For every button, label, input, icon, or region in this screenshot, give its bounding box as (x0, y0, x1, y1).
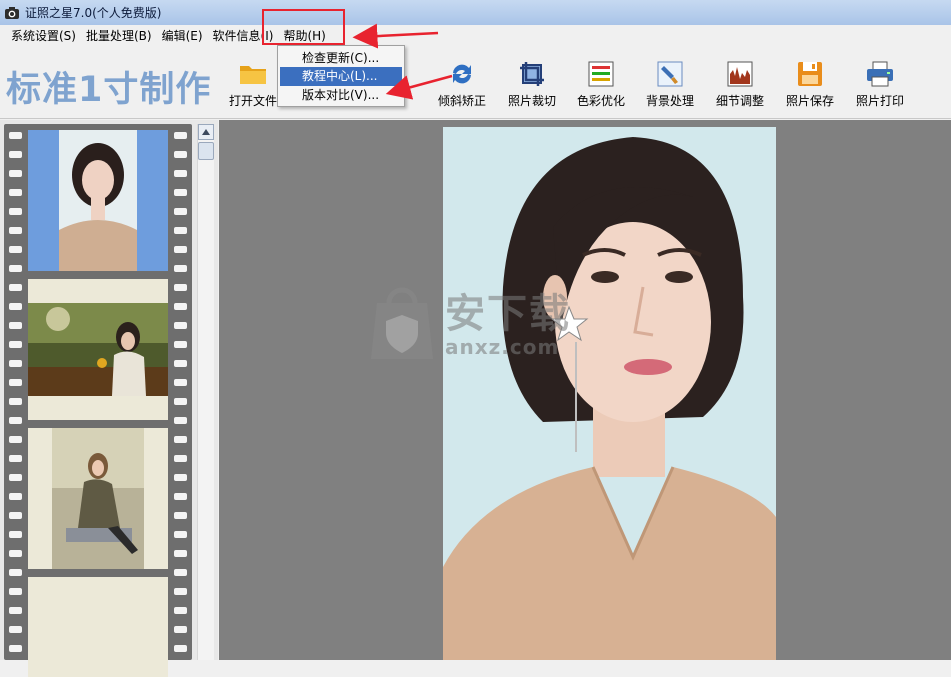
film-sprocket-hole (9, 569, 22, 576)
film-sprocket-hole (174, 474, 187, 481)
film-sprocket-hole (9, 303, 22, 310)
film-sprocket-hole (174, 322, 187, 329)
film-sprocket-hole (9, 455, 22, 462)
thumbnail-3[interactable] (28, 428, 168, 569)
film-sprocket-hole (174, 626, 187, 633)
thumbnail-1[interactable] (28, 130, 168, 271)
annotation-arrows (352, 23, 453, 100)
film-sprocket-hole (9, 246, 22, 253)
film-sprocket-hole (174, 227, 187, 234)
preview-canvas: 安下载 anxz.com (219, 120, 951, 660)
film-sprocket-hole (174, 151, 187, 158)
film-sprocket-hole (9, 398, 22, 405)
film-sprocket-hole (9, 417, 22, 424)
film-sprocket-hole (174, 284, 187, 291)
film-sprocket-hole (9, 436, 22, 443)
film-sprocket-hole (174, 455, 187, 462)
film-strip (4, 124, 192, 677)
film-sprocket-hole (174, 265, 187, 272)
thumbnail-2[interactable] (28, 279, 168, 420)
film-sprocket-hole (9, 227, 22, 234)
film-sprocket-hole (9, 151, 22, 158)
film-sprocket-hole (174, 645, 187, 652)
thumbnail-4-empty[interactable] (28, 577, 168, 677)
film-sprocket-hole (174, 379, 187, 386)
film-sprocket-hole (9, 588, 22, 595)
film-sprocket-hole (174, 398, 187, 405)
film-sprocket-hole (174, 132, 187, 139)
film-sprocket-hole (9, 208, 22, 215)
film-sprocket-hole (9, 379, 22, 386)
film-sprocket-hole (174, 607, 187, 614)
film-sprocket-hole (9, 550, 22, 557)
film-sprocket-hole (9, 170, 22, 177)
film-sprocket-hole (9, 132, 22, 139)
bench-thumbnail-3 (52, 428, 144, 569)
film-sprocket-hole (9, 645, 22, 652)
film-sprocket-hole (9, 531, 22, 538)
anxz-watermark: 安下载 anxz.com (367, 285, 571, 366)
film-sprocket-hole (9, 189, 22, 196)
watermark-en-text: anxz.com (445, 334, 560, 359)
film-sprocket-hole (9, 322, 22, 329)
film-sprocket-hole (174, 436, 187, 443)
film-sprocket-hole (9, 284, 22, 291)
scroll-thumb[interactable] (198, 142, 214, 160)
film-sprocket-hole (9, 512, 22, 519)
film-sprocket-hole (174, 417, 187, 424)
watermark-cn-text: 安下载 (445, 290, 571, 337)
film-sprocket-hole (174, 303, 187, 310)
film-sprocket-hole (174, 493, 187, 500)
film-sprocket-hole (174, 531, 187, 538)
film-sprocket-hole (174, 208, 187, 215)
film-sprocket-hole (174, 246, 187, 253)
portrait-thumbnail-1 (59, 130, 137, 271)
film-sprocket-hole (174, 360, 187, 367)
thumbnail-panel (0, 120, 218, 677)
film-sprocket-hole (9, 607, 22, 614)
film-sprocket-hole (9, 341, 22, 348)
film-sprocket-hole (174, 569, 187, 576)
film-sprocket-hole (174, 189, 187, 196)
film-sprocket-hole (174, 550, 187, 557)
outdoor-thumbnail-2 (28, 303, 168, 396)
shield-bag-icon (367, 285, 437, 366)
film-sprocket-hole (9, 493, 22, 500)
film-sprocket-hole (174, 170, 187, 177)
film-sprocket-hole (9, 474, 22, 481)
thumbnail-scrollbar[interactable] (197, 124, 214, 660)
film-sprocket-hole (174, 512, 187, 519)
film-sprocket-hole (9, 265, 22, 272)
film-sprocket-hole (9, 626, 22, 633)
portrait-image (443, 127, 776, 660)
main-portrait-photo[interactable] (443, 127, 776, 660)
film-sprocket-hole (174, 341, 187, 348)
film-sprocket-hole (174, 588, 187, 595)
film-sprocket-hole (9, 360, 22, 367)
